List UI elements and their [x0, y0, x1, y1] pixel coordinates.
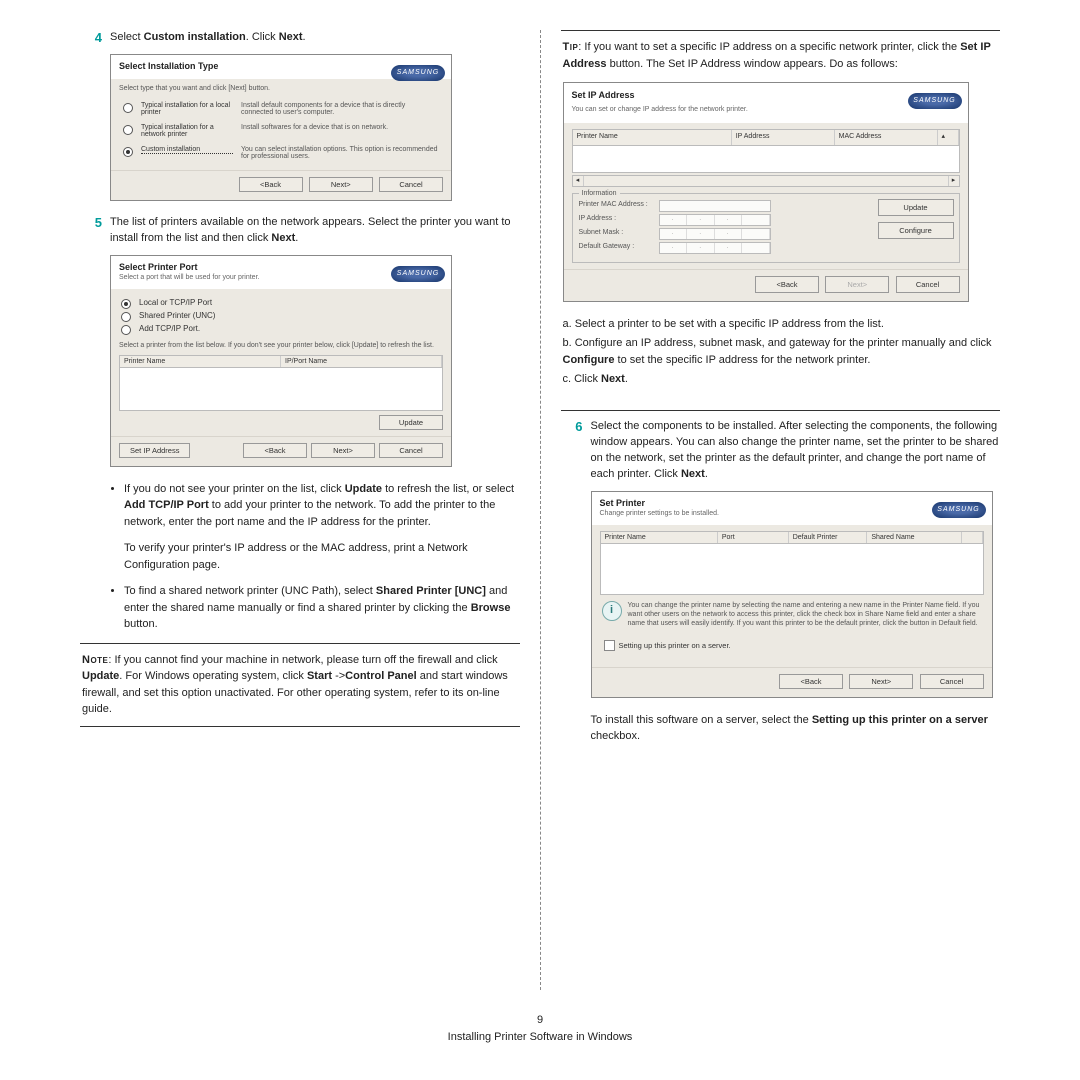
next-button[interactable]: Next> — [825, 276, 889, 293]
info-text: i You can change the printer name by sel… — [600, 595, 984, 634]
step-text: Select Custom installation. Click Next. — [110, 30, 520, 46]
cancel-button[interactable]: Cancel — [896, 276, 960, 293]
step-number: 4 — [80, 30, 110, 45]
scroll-left-icon[interactable]: ◂ — [573, 176, 584, 186]
page-footer: 9 Installing Printer Software in Windows — [70, 1012, 1010, 1045]
printer-list[interactable] — [572, 146, 960, 173]
opt-label: Typical installation for a network print… — [141, 124, 233, 138]
ip-input[interactable]: ... — [659, 214, 771, 226]
col-printer-name: Printer Name — [120, 356, 281, 367]
bullet-item: If you do not see your printer on the li… — [124, 481, 520, 574]
back-button[interactable]: <Back — [239, 177, 303, 192]
fieldset-legend: Information — [579, 189, 620, 200]
radio-label: Add TCP/IP Port. — [139, 324, 200, 333]
bullet-list: If you do not see your printer on the li… — [110, 481, 520, 633]
col-default: Default Printer — [789, 532, 868, 543]
radio-local-tcp[interactable] — [121, 299, 131, 309]
opt-label: Typical installation for a local printer — [141, 102, 233, 116]
col-ip-port: IP/Port Name — [281, 356, 442, 367]
dialog-select-installation-type: × Select Installation Type SAMSUNG Selec… — [110, 54, 452, 201]
gateway-input[interactable]: ... — [659, 242, 771, 254]
radio-typical-network[interactable] — [123, 125, 133, 135]
dialog-set-printer: × Set Printer Change printer settings to… — [591, 491, 993, 698]
substep-c: c. Click Next. — [563, 371, 999, 388]
dialog-title: Set IP Address — [572, 89, 960, 103]
col-port: Port — [718, 532, 789, 543]
update-button[interactable]: Update — [379, 415, 443, 430]
dialog-set-ip: × Set IP Address You can set or change I… — [563, 82, 969, 302]
radio-label: Local or TCP/IP Port — [139, 298, 212, 307]
tail-text: To install this software on a server, se… — [591, 712, 1001, 745]
field-label: Printer MAC Address : — [579, 200, 659, 211]
opt-desc: You can select installation options. Thi… — [241, 146, 439, 160]
checkbox-label: Setting up this printer on a server. — [619, 641, 731, 650]
dialog-hint: Select type that you want and click [Nex… — [119, 85, 443, 92]
radio-add-tcp[interactable] — [121, 325, 131, 335]
list-hint: Select a printer from the list below. If… — [119, 342, 443, 349]
back-button[interactable]: <Back — [779, 674, 843, 689]
server-checkbox[interactable] — [604, 640, 615, 651]
dialog-subtitle: You can set or change IP address for the… — [572, 105, 960, 116]
samsung-logo: SAMSUNG — [391, 65, 445, 81]
bullet-item: To find a shared network printer (UNC Pa… — [124, 583, 520, 633]
back-button[interactable]: <Back — [755, 276, 819, 293]
step-text: Select the components to be installed. A… — [591, 419, 1001, 483]
column-divider — [540, 30, 541, 990]
col-shared: Shared Name — [867, 532, 961, 543]
opt-desc: Install default components for a device … — [241, 102, 439, 116]
col-printer-name: Printer Name — [601, 532, 718, 543]
cancel-button[interactable]: Cancel — [920, 674, 984, 689]
radio-typical-local[interactable] — [123, 103, 133, 113]
next-button[interactable]: Next> — [311, 443, 375, 458]
note-box: Note: If you cannot find your machine in… — [80, 643, 520, 727]
scrollbar-h[interactable]: ◂ ▸ — [572, 175, 960, 187]
subnet-input[interactable]: ... — [659, 228, 771, 240]
step-text: The list of printers available on the ne… — [110, 215, 520, 247]
samsung-logo: SAMSUNG — [932, 502, 986, 518]
substep-a: a. Select a printer to be set with a spe… — [563, 316, 999, 333]
footer-title: Installing Printer Software in Windows — [70, 1029, 1010, 1046]
step-number: 5 — [80, 215, 110, 230]
samsung-logo: SAMSUNG — [908, 93, 962, 109]
update-button[interactable]: Update — [878, 199, 954, 216]
col-ip: IP Address — [732, 130, 835, 145]
col-printer-name: Printer Name — [573, 130, 732, 145]
field-label: Subnet Mask : — [579, 228, 659, 239]
cancel-button[interactable]: Cancel — [379, 177, 443, 192]
list-header: Printer Name IP/Port Name — [119, 355, 443, 368]
opt-desc: Install softwares for a device that is o… — [241, 124, 439, 131]
step-number: 6 — [561, 419, 591, 434]
printer-list[interactable] — [600, 544, 984, 595]
scroll-right-icon[interactable]: ▸ — [948, 176, 959, 186]
back-button[interactable]: <Back — [243, 443, 307, 458]
field-label: IP Address : — [579, 214, 659, 225]
next-button[interactable]: Next> — [309, 177, 373, 192]
field-label: Default Gateway : — [579, 242, 659, 253]
sub-steps: a. Select a printer to be set with a spe… — [563, 316, 999, 388]
samsung-logo: SAMSUNG — [391, 266, 445, 282]
printer-list[interactable] — [119, 368, 443, 411]
opt-label: Custom installation — [141, 146, 233, 154]
cancel-button[interactable]: Cancel — [379, 443, 443, 458]
dialog-subtitle: Change printer settings to be installed. — [600, 510, 984, 517]
scroll-up-icon[interactable]: ▴ — [938, 130, 959, 145]
configure-button[interactable]: Configure — [878, 222, 954, 239]
page-number: 9 — [70, 1012, 1010, 1029]
next-button[interactable]: Next> — [849, 674, 913, 689]
list-header: Printer Name Port Default Printer Shared… — [600, 531, 984, 544]
dialog-title: Set Printer — [600, 498, 984, 508]
info-icon: i — [602, 601, 622, 621]
dialog-select-printer-port: × Select Printer Port Select a port that… — [110, 255, 452, 467]
tip-label: Tip — [563, 41, 579, 53]
tip-box: Tip: If you want to set a specific IP ad… — [561, 30, 1001, 411]
radio-label: Shared Printer (UNC) — [139, 311, 215, 320]
substep-b: b. Configure an IP address, subnet mask,… — [563, 335, 999, 369]
col-mac: MAC Address — [835, 130, 938, 145]
radio-custom[interactable] — [123, 147, 133, 157]
set-ip-button[interactable]: Set IP Address — [119, 443, 190, 458]
note-label: Note — [82, 654, 108, 666]
mac-input[interactable] — [659, 200, 771, 212]
list-header: Printer Name IP Address MAC Address ▴ — [572, 129, 960, 146]
radio-shared-unc[interactable] — [121, 312, 131, 322]
